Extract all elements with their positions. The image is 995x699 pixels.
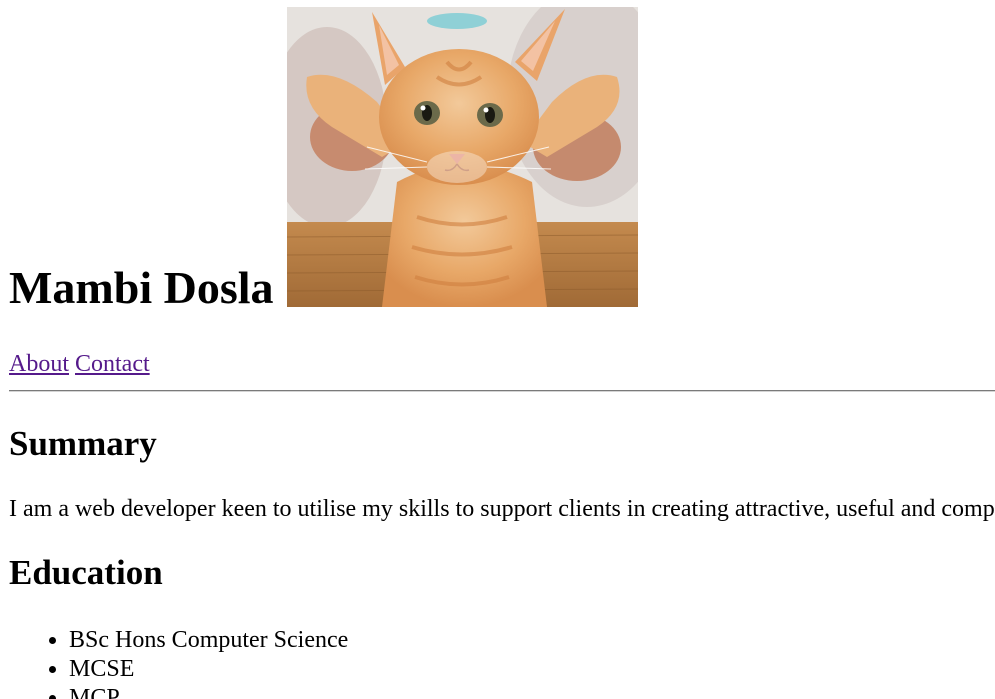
education-item: BSc Hons Computer Science — [69, 626, 348, 655]
page-title: Mambi Dosla — [9, 262, 274, 313]
summary-heading: Summary — [9, 424, 157, 463]
nav-link-about[interactable]: About — [9, 351, 69, 377]
education-item: MCP — [69, 684, 348, 699]
header: Mambi Dosla — [9, 7, 638, 311]
profile-photo — [286, 7, 638, 307]
nav-link-contact[interactable]: Contact — [75, 351, 150, 377]
summary-text: I am a web developer keen to utilise my … — [9, 496, 995, 522]
page: Mambi Dosla About Contact Summary I am a… — [0, 0, 995, 699]
education-list: BSc Hons Computer Science MCSE MCP — [9, 626, 348, 699]
education-item: MCSE — [69, 655, 348, 684]
main-nav: About Contact — [9, 350, 150, 379]
divider — [9, 390, 995, 392]
education-heading: Education — [9, 553, 163, 592]
